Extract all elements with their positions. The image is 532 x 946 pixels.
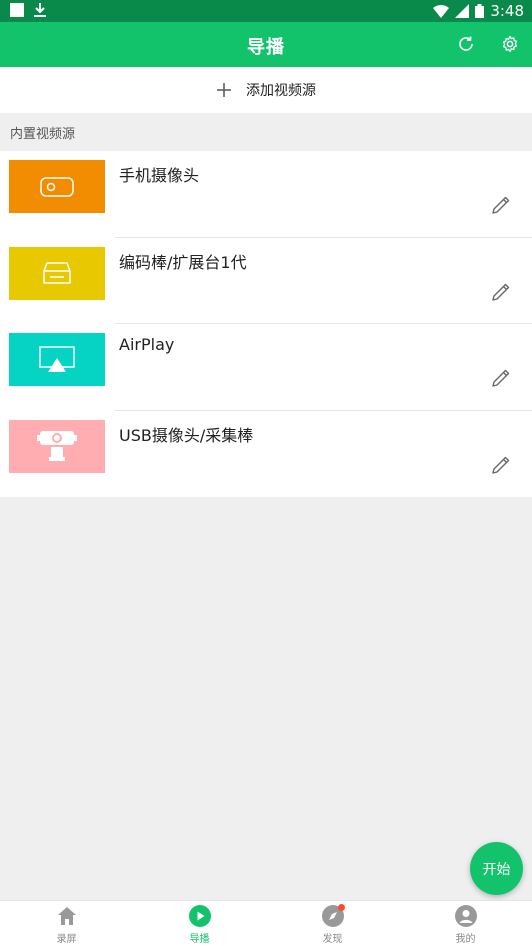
profile-icon	[454, 905, 477, 927]
gear-icon	[502, 35, 518, 53]
battery-icon	[475, 4, 485, 18]
signal-icon	[455, 4, 470, 18]
pencil-icon	[492, 456, 510, 474]
edit-button[interactable]	[490, 194, 512, 216]
source-thumbnail	[9, 160, 105, 213]
start-button[interactable]: 开始	[470, 842, 523, 895]
status-bar: 3:48	[0, 0, 532, 22]
phone-camera-icon	[40, 176, 74, 197]
edit-button[interactable]	[490, 281, 512, 303]
pencil-icon	[492, 369, 510, 387]
home-icon	[57, 907, 76, 925]
source-title: USB摄像头/采集棒	[119, 425, 254, 445]
notification-dot	[337, 904, 345, 911]
list-item[interactable]: USB摄像头/采集棒	[0, 411, 532, 498]
source-thumbnail	[9, 246, 105, 300]
list-item[interactable]: 手机摄像头	[0, 151, 532, 238]
nav-label: 导播	[189, 934, 210, 945]
play-icon	[188, 905, 211, 927]
refresh-button[interactable]	[455, 33, 477, 55]
source-title: 编码棒/扩展台1代	[119, 252, 247, 272]
bottom-nav: 录屏 导播 发现 我的	[0, 900, 532, 946]
edit-button[interactable]	[490, 454, 512, 476]
encoder-device-icon	[43, 262, 71, 284]
add-video-source-button[interactable]: 添加视频源	[0, 67, 532, 113]
source-title: AirPlay	[119, 335, 175, 354]
nav-item-director[interactable]: 导播	[133, 901, 266, 946]
airplay-icon	[39, 345, 75, 372]
nav-label: 录屏	[56, 934, 77, 945]
nav-label: 我的	[455, 934, 476, 945]
section-title: 内置视频源	[10, 126, 76, 142]
status-time: 3:48	[490, 2, 524, 20]
refresh-icon	[459, 36, 473, 51]
source-thumbnail	[9, 419, 105, 473]
app-bar: 导播	[0, 22, 532, 67]
list-item[interactable]: 编码棒/扩展台1代	[0, 238, 532, 324]
nav-item-profile[interactable]: 我的	[399, 901, 532, 946]
edit-button[interactable]	[490, 367, 512, 389]
pencil-icon	[492, 196, 510, 214]
settings-button[interactable]	[499, 33, 521, 55]
plus-icon	[217, 83, 231, 97]
nav-item-discover[interactable]: 发现	[266, 901, 399, 946]
download-icon	[34, 3, 46, 17]
nav-label: 发现	[322, 934, 343, 945]
wifi-icon	[433, 5, 450, 18]
notification-square-icon	[10, 3, 24, 17]
source-title: 手机摄像头	[119, 166, 200, 185]
webcam-icon	[37, 431, 77, 461]
nav-item-record-screen[interactable]: 录屏	[0, 901, 133, 946]
pencil-icon	[492, 283, 510, 301]
start-label: 开始	[482, 861, 511, 878]
section-header: 内置视频源	[0, 113, 532, 151]
add-video-source-label: 添加视频源	[246, 83, 316, 99]
list-item[interactable]: AirPlay	[0, 324, 532, 411]
page-title: 导播	[247, 37, 285, 58]
video-source-list: 手机摄像头 编码棒/扩展台1代 AirPlay USB摄像头/采集棒	[0, 151, 532, 497]
source-thumbnail	[9, 333, 105, 386]
